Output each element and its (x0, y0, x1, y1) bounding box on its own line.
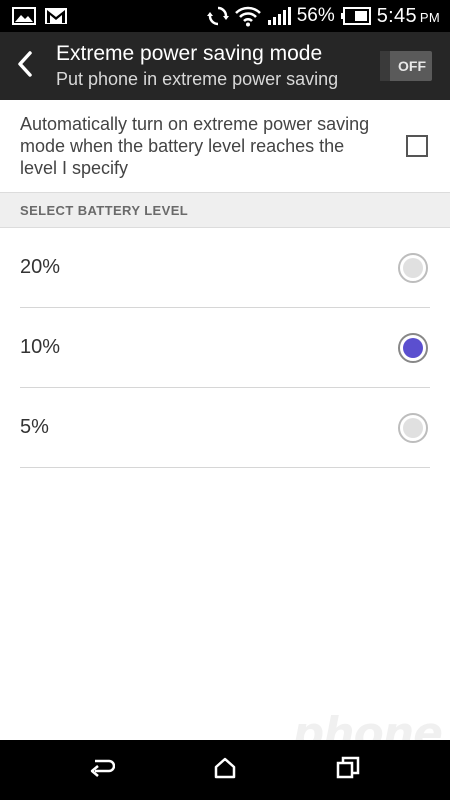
gallery-icon (12, 7, 36, 25)
radio-button[interactable] (398, 252, 428, 283)
back-arrow-icon (89, 757, 115, 784)
battery-level-label: 10% (20, 336, 61, 358)
section-header: SELECT BATTERY LEVEL (0, 192, 450, 228)
radio-dot (403, 257, 423, 278)
sync-icon (206, 5, 229, 27)
battery-level-label: 5% (20, 416, 49, 438)
nav-recent-apps-button[interactable] (318, 740, 378, 800)
battery-icon (340, 7, 371, 25)
battery-percent: 56% (296, 5, 335, 26)
radio-dot (403, 337, 423, 358)
radio-button[interactable] (398, 412, 428, 443)
radio-dot (403, 417, 423, 438)
toggle-knob (380, 51, 390, 81)
status-bar: 56% 5:45 PM (0, 0, 450, 32)
battery-level-option-5[interactable]: 5% (20, 388, 430, 468)
toggle-label: OFF (398, 58, 426, 74)
clock-ampm: PM (419, 9, 440, 25)
nav-back-button[interactable] (72, 740, 132, 800)
battery-level-option-20[interactable]: 20% (20, 228, 430, 308)
back-button[interactable] (0, 32, 50, 100)
action-bar-titles: Extreme power saving mode Put phone in e… (50, 41, 372, 91)
navigation-bar (0, 740, 450, 800)
auto-turn-on-row[interactable]: Automatically turn on extreme power savi… (0, 100, 450, 192)
battery-level-option-10[interactable]: 10% (20, 308, 430, 388)
recent-apps-icon (336, 756, 360, 785)
page-title: Extreme power saving mode (56, 42, 323, 65)
page-subtitle: Put phone in extreme power saving (56, 69, 339, 89)
radio-button-selected[interactable] (398, 332, 428, 363)
signal-icon (267, 6, 291, 26)
power-saving-toggle[interactable]: OFF (380, 51, 432, 81)
chevron-left-icon (16, 50, 34, 83)
clock: 5:45 PM (377, 5, 440, 28)
nav-home-button[interactable] (195, 740, 255, 800)
auto-turn-on-text: Automatically turn on extreme power savi… (20, 114, 370, 178)
battery-level-label: 20% (20, 256, 61, 278)
wifi-icon (234, 5, 261, 27)
auto-turn-on-checkbox[interactable] (406, 135, 428, 157)
battery-level-list: 20% 10% 5% (0, 228, 450, 468)
action-bar: Extreme power saving mode Put phone in e… (0, 32, 450, 100)
clock-time: 5:45 (376, 4, 417, 27)
home-icon (214, 757, 236, 784)
gmail-icon (44, 7, 68, 25)
